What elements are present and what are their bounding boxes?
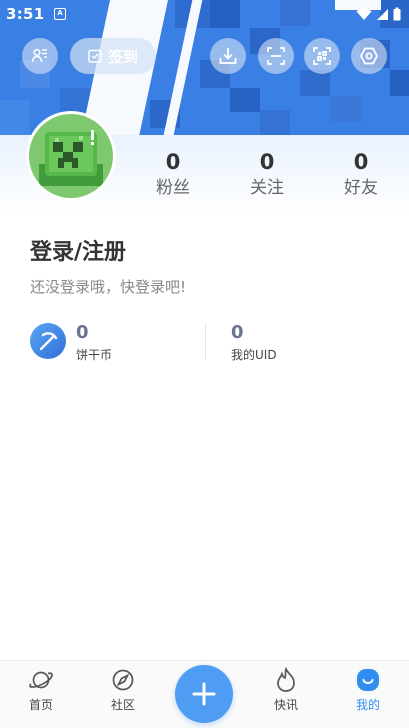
friends-count: 0 — [353, 150, 369, 174]
nav-mine[interactable]: 我的 — [338, 667, 398, 713]
creeper-avatar-image — [29, 114, 113, 198]
contacts-button[interactable] — [22, 38, 58, 74]
avatar[interactable] — [26, 111, 116, 201]
friends-label: 好友 — [344, 178, 378, 198]
stat-following[interactable]: 0 关注 — [232, 150, 302, 198]
signin-button[interactable]: 签到 — [70, 38, 156, 74]
signin-icon — [88, 49, 102, 63]
status-bar: 3:51 A — [0, 0, 409, 28]
nav-news[interactable]: 快讯 — [256, 667, 316, 713]
flame-icon — [277, 667, 295, 692]
notification-icon: A — [54, 8, 66, 20]
qr-code-icon — [313, 47, 331, 65]
contacts-icon — [31, 48, 47, 63]
status-time: 3:51 — [6, 5, 45, 23]
settings-button[interactable] — [351, 38, 387, 74]
qr-code-button[interactable] — [304, 38, 340, 74]
signal-icon — [377, 8, 388, 20]
signin-label: 签到 — [107, 47, 138, 66]
creeper-icon — [39, 130, 103, 186]
uid-label: 我的UID — [231, 348, 277, 362]
compass-icon — [112, 669, 134, 691]
login-register-link[interactable]: 登录/注册 — [30, 234, 126, 266]
settings-icon — [359, 47, 379, 65]
wifi-icon — [356, 7, 372, 20]
nav-home[interactable]: 首页 — [11, 667, 71, 713]
plus-icon — [192, 682, 216, 706]
nav-community[interactable]: 社区 — [93, 667, 153, 713]
download-button[interactable] — [210, 38, 246, 74]
followers-label: 粉丝 — [156, 178, 190, 198]
following-count: 0 — [259, 150, 275, 174]
cookie-coin-icon — [30, 323, 66, 359]
info-divider — [205, 324, 206, 360]
create-post-button[interactable] — [175, 665, 233, 723]
uid-value: 0 — [231, 322, 244, 343]
stat-friends[interactable]: 0 好友 — [326, 150, 396, 198]
profile-face-icon — [357, 669, 379, 691]
scan-button[interactable] — [258, 38, 294, 74]
status-indicators — [356, 7, 401, 21]
nav-mine-label: 我的 — [355, 698, 380, 712]
planet-icon — [29, 671, 53, 689]
nav-home-label: 首页 — [28, 698, 53, 712]
coins-value: 0 — [76, 322, 89, 343]
download-icon — [219, 48, 237, 64]
stat-followers[interactable]: 0 粉丝 — [138, 150, 208, 198]
nav-news-label: 快讯 — [273, 698, 298, 712]
coins-label: 饼干币 — [76, 348, 113, 362]
followers-count: 0 — [165, 150, 181, 174]
scan-icon — [267, 47, 285, 65]
login-subtitle: 还没登录哦，快登录吧! — [30, 278, 187, 296]
battery-icon — [393, 7, 401, 21]
following-label: 关注 — [250, 178, 284, 198]
nav-community-label: 社区 — [110, 698, 135, 712]
